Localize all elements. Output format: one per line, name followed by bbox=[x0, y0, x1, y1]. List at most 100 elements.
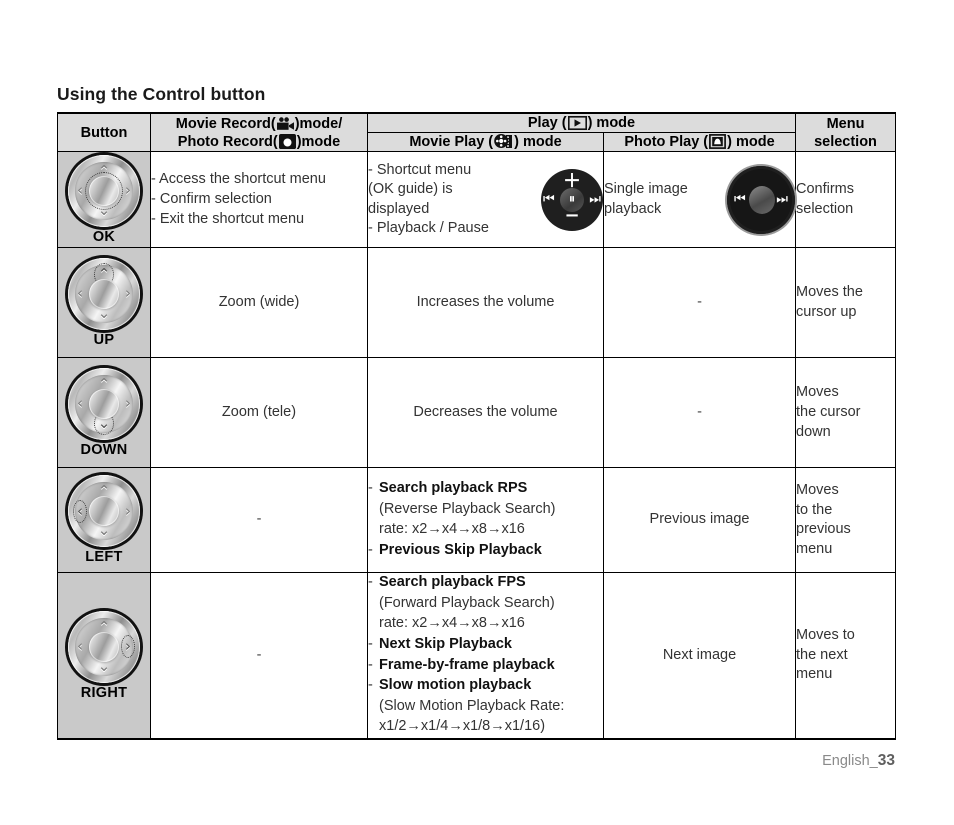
cell-text-line: - Access the shortcut menu bbox=[151, 171, 326, 188]
dpad-right-arrow-icon[interactable]: › bbox=[121, 611, 135, 683]
control-button-table: Button Movie Record()mode/ Photo Record(… bbox=[57, 112, 896, 740]
cell-text: Increases the volume bbox=[368, 293, 603, 313]
record-mode-cell: Zoom (tele) bbox=[150, 357, 368, 469]
table-row: ⌃⌄‹›LEFT-Search playback RPS(Reverse Pla… bbox=[57, 467, 896, 574]
film-reel-icon bbox=[494, 133, 513, 149]
cell-text: Moves the cursor up bbox=[796, 283, 895, 322]
dpad-right-arrow-icon[interactable]: › bbox=[122, 155, 134, 227]
cell-bullet-list: Search playback RPS(Reverse Playback Sea… bbox=[368, 479, 603, 560]
header-record-mode: Movie Record()mode/ Photo Record()mode bbox=[150, 112, 368, 153]
cell-text: Zoom (wide) bbox=[151, 293, 367, 313]
cell-bullet-item: rate: x2→x4→x8→x16 bbox=[379, 521, 525, 538]
photo-play-cell: Single image playback ⏮ ⏭ bbox=[603, 151, 796, 249]
cell-text: Moves the cursor down bbox=[796, 383, 895, 442]
cell-text-line: - bbox=[256, 511, 262, 528]
cell-text-line: selection bbox=[796, 200, 854, 217]
button-cell-right[interactable]: ⌃ ⌄ ‹ › RIGHT bbox=[57, 572, 151, 740]
movie-camera-icon bbox=[276, 116, 295, 131]
cell-bullet-item: Search playback FPS bbox=[368, 573, 603, 593]
cell-bullet-item: (Forward Playback Search) bbox=[379, 594, 555, 611]
menu-selection-cell: Moves to the next menu bbox=[795, 572, 896, 740]
volume-down-icon[interactable]: − bbox=[541, 204, 603, 228]
menu-selection-cell: Confirms selection bbox=[795, 151, 896, 249]
cell-text: - Shortcut menu (OK guide) is displayed - P… bbox=[368, 161, 489, 239]
record-mode-cell: Zoom (wide) bbox=[150, 247, 368, 359]
button-cell-left[interactable]: ⌃ ⌄ ‹ › LEFT bbox=[57, 467, 151, 574]
cell-text-line: cursor up bbox=[796, 303, 857, 320]
cell-text-line: Moves the bbox=[796, 284, 863, 301]
next-image-icon[interactable]: ⏭ bbox=[776, 166, 788, 234]
button-label: UP bbox=[93, 331, 115, 348]
cell-text: Decreases the volume bbox=[368, 403, 603, 423]
header-play-mode: Play () mode bbox=[367, 112, 796, 134]
dpad-center[interactable]: ⌃ ⌄ ‹ › bbox=[68, 154, 140, 227]
movie-play-control-pad[interactable]: ＋ ⏮ ⏭ ⏸ − bbox=[541, 168, 603, 231]
photo-play-control-pad[interactable]: ⏮ ⏭ bbox=[727, 165, 795, 234]
button-label: LEFT bbox=[85, 549, 123, 566]
cell-text-line: - bbox=[697, 293, 702, 310]
cell-text-line: down bbox=[796, 423, 831, 440]
header-photo-play: Photo Play () mode bbox=[603, 132, 796, 153]
header-record-line1: Movie Record()mode/ bbox=[175, 115, 343, 132]
table-header-row-1: Button Movie Record()mode/ Photo Record(… bbox=[57, 112, 896, 153]
cell-text-line: previous bbox=[796, 521, 851, 538]
dpad-left-arrow-icon[interactable]: ‹ bbox=[74, 368, 86, 440]
cell-text: Single image playback bbox=[604, 180, 688, 219]
button-cell-ok[interactable]: ⌃ ⌄ ‹ › OK bbox=[57, 151, 151, 249]
cell-bullet-item: Next Skip Playback bbox=[368, 635, 603, 655]
cell-text: Zoom (tele) bbox=[151, 403, 367, 423]
movie-play-cell: Decreases the volume bbox=[367, 357, 604, 469]
dpad-right-arrow-icon[interactable]: › bbox=[122, 368, 134, 440]
cell-text-line: - Shortcut menu bbox=[368, 161, 472, 178]
photo-play-cell: Next image bbox=[603, 572, 796, 740]
dpad-left-arrow-icon[interactable]: ‹ bbox=[73, 475, 87, 547]
table-row: ⌃ ⌄ ‹ › DOWN Zoom (tele) Decreases the volume -… bbox=[57, 357, 896, 469]
photo-icon bbox=[709, 134, 727, 150]
movie-play-cell: Search playback FPS(Forward Playback Sea… bbox=[367, 572, 604, 740]
button-label: DOWN bbox=[80, 441, 128, 458]
cell-text-line: Increases the volume bbox=[416, 293, 555, 310]
dpad-down[interactable]: ⌃ ⌄ ‹ › bbox=[68, 367, 140, 440]
movie-play-cell: Search playback RPS(Reverse Playback Sea… bbox=[367, 467, 604, 574]
dpad-up[interactable]: ⌃ ⌄ ‹ › bbox=[68, 257, 140, 330]
photo-play-cell: Previous image bbox=[603, 467, 796, 574]
table-body: ⌃ ⌄ ‹ › OK - Access the shortcut menu - Confir… bbox=[57, 151, 896, 740]
photo-play-cell: - bbox=[603, 247, 796, 359]
button-label: OK bbox=[92, 228, 116, 245]
dpad-left-arrow-icon[interactable]: ‹ bbox=[74, 611, 86, 683]
dpad-right-arrow-icon[interactable]: › bbox=[122, 475, 134, 547]
play-icon bbox=[567, 116, 587, 130]
record-mode-cell: - bbox=[150, 467, 368, 574]
cell-text: Previous image bbox=[604, 510, 795, 530]
cell-text-line: Confirms bbox=[796, 181, 855, 198]
dpad-right[interactable]: ⌃ ⌄ ‹ › bbox=[68, 610, 140, 683]
dpad-ok-hub[interactable] bbox=[85, 171, 123, 210]
dpad-left-arrow-icon[interactable]: ‹ bbox=[74, 258, 86, 330]
cell-text: - Access the shortcut menu - Confirm sele… bbox=[151, 170, 367, 229]
footer-language: English_ bbox=[822, 753, 878, 769]
cell-text-line: Previous image bbox=[649, 511, 750, 528]
dpad-ok-hub[interactable] bbox=[89, 388, 119, 419]
dpad-left[interactable]: ⌃ ⌄ ‹ › bbox=[68, 475, 140, 548]
cell-text-line: Moves to bbox=[796, 627, 855, 644]
dpad-ok-hub[interactable] bbox=[89, 631, 119, 662]
dpad-right-arrow-icon[interactable]: › bbox=[122, 258, 134, 330]
button-cell-down[interactable]: ⌃ ⌄ ‹ › DOWN bbox=[57, 357, 151, 469]
footer-page-number: 33 bbox=[877, 752, 895, 769]
cell-bullet-list: Search playback FPS(Forward Playback Sea… bbox=[368, 573, 603, 737]
cell-bullet-item: Previous Skip Playback bbox=[368, 541, 603, 561]
cell-text-line: the cursor bbox=[796, 403, 861, 420]
button-cell-up[interactable]: ⌃ ⌄ ‹ › UP bbox=[57, 247, 151, 359]
previous-image-icon[interactable]: ⏮ bbox=[734, 166, 746, 234]
header-button: Button bbox=[57, 112, 151, 153]
table-row: ⌃⌄‹›RIGHT-Search playback FPS(Forward Pl… bbox=[57, 572, 896, 740]
cell-text: - bbox=[151, 510, 367, 530]
cell-text-line: - Confirm selection bbox=[151, 190, 272, 207]
camera-icon bbox=[278, 133, 296, 149]
cell-bullet-item: (Slow Motion Playback Rate: bbox=[379, 697, 565, 714]
cell-text-line: Single image bbox=[604, 181, 688, 198]
cell-bullet-item: Frame-by-frame playback bbox=[368, 656, 603, 676]
dpad-ok-hub[interactable] bbox=[89, 278, 119, 309]
photo-pad-center[interactable] bbox=[749, 185, 775, 214]
table-row: ⌃ ⌄ ‹ › UP Zoom (wide) Increases the volume - Mo… bbox=[57, 247, 896, 359]
